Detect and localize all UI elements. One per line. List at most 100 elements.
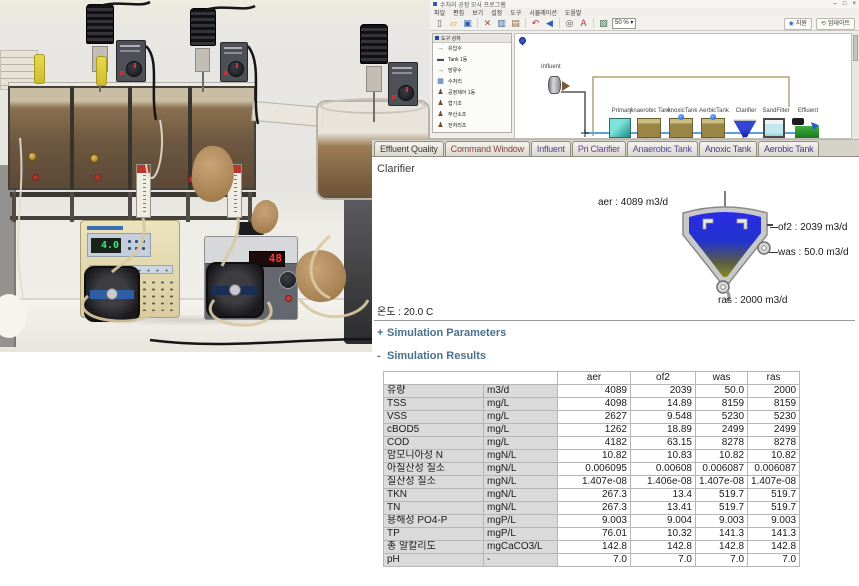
value-cell: 10.82 [748, 450, 800, 463]
cut-icon[interactable]: ✕ [482, 17, 493, 30]
unit-clarifier[interactable]: Clarifier [733, 118, 759, 138]
unit-sandfilter[interactable]: SandFilter [763, 118, 789, 138]
unit-anaerobic-tank[interactable]: Anaerobic Tank [637, 118, 663, 138]
clarifier-title: Clarifier [377, 163, 415, 175]
paste-icon[interactable]: ▤ [510, 17, 521, 30]
close-button[interactable]: × [852, 0, 856, 8]
sidebar-item-operator4-label: 전처리조 [448, 122, 466, 129]
of2-stream-label: of2 : 2039 m3/d [778, 222, 848, 233]
scrollbar-thumb[interactable] [853, 35, 858, 61]
stand-leg [12, 192, 16, 222]
pump1-head-hub [106, 288, 118, 300]
tab-influent[interactable]: Influent [531, 141, 571, 156]
new-file-icon[interactable]: ▯ [434, 17, 445, 30]
undo-icon[interactable]: ↶ [530, 17, 541, 30]
column-header-aer: aer [558, 372, 631, 385]
sidebar-item-basin[interactable]: ▦수처리 [433, 76, 511, 87]
tab-anoxic-tank[interactable]: Anoxic Tank [699, 141, 757, 156]
sidebar-item-operator4[interactable]: ♟전처리조 [433, 120, 511, 131]
value-cell: 18.89 [631, 424, 696, 437]
brass-valve [90, 154, 99, 163]
overflow-chute [251, 101, 324, 127]
tank-aer-unit-icon[interactable] [669, 118, 693, 138]
tab-strip: Effluent QualityCommand WindowInfluentPr… [372, 139, 859, 157]
table-row: TKNmgN/L267.313.4519.7519.7 [384, 489, 800, 502]
simulation-parameters-header[interactable]: +Simulation Parameters [377, 327, 506, 339]
row-unit: mgN/L [484, 489, 558, 502]
sidebar-item-operator3[interactable]: ♟무산소조 [433, 109, 511, 120]
row-label: 총 알칼리도 [384, 541, 484, 554]
chart-icon[interactable]: ▧ [598, 17, 609, 30]
influent-icon[interactable] [548, 76, 561, 94]
clarifier-unit-icon[interactable] [733, 118, 757, 138]
unit-aerbictank[interactable]: AerbicTank [701, 118, 727, 138]
value-cell: 142.8 [696, 541, 748, 554]
pump2-button [285, 295, 292, 302]
value-cell: 8159 [696, 398, 748, 411]
unit-effluent[interactable]: Effluent [795, 118, 821, 138]
person-icon: ♟ [436, 110, 445, 119]
column-header-of2: of2 [631, 372, 696, 385]
maximize-button[interactable]: □ [843, 0, 847, 8]
value-cell: 267.3 [558, 489, 631, 502]
flowsheet-canvas[interactable]: Influent PrimaryAnaerobic TankAnoxicTank… [514, 33, 852, 139]
sidebar-item-tank[interactable]: ▬Tank 1동 [433, 54, 511, 65]
update-button[interactable]: ⟲업데이트 [816, 18, 855, 30]
row-label: TKN [384, 489, 484, 502]
value-cell: 519.7 [696, 489, 748, 502]
toolbar: ▯▱▣ ✕▥▤ ↶◀ ◎A ▧50 % ▾ ◉지원 ⟲업데이트 [430, 16, 859, 31]
pump1-head [84, 266, 140, 322]
value-cell: 8278 [696, 437, 748, 450]
value-cell: 9.003 [696, 515, 748, 528]
sidebar-item-effluent[interactable]: →방류수 [433, 65, 511, 76]
tab-aerobic-tank[interactable]: Aerobic Tank [758, 141, 819, 156]
expand-icon[interactable]: + [377, 327, 387, 339]
value-cell: 519.7 [696, 502, 748, 515]
collapse-icon[interactable]: - [377, 350, 387, 362]
row-label: TSS [384, 398, 484, 411]
tab-anaerobic-tank[interactable]: Anaerobic Tank [627, 141, 698, 156]
sidebar-items: →유입수▬Tank 1동→방류수▦수처리♟공정제어 1동♟혐기조♟무산소조♟전처… [433, 43, 511, 131]
simulation-results-header[interactable]: -Simulation Results [377, 350, 486, 362]
sandfilter-unit-icon[interactable] [763, 118, 785, 138]
effluent-unit-icon[interactable] [795, 126, 819, 138]
clarifier-diagram [677, 191, 773, 303]
ras-port-center [721, 285, 725, 289]
person-icon: ♟ [436, 99, 445, 108]
cylinder-icon: ▬ [436, 55, 445, 64]
table-row: VSSmg/L26279.54852305230 [384, 411, 800, 424]
unit-anoxictank[interactable]: AnoxicTank [669, 118, 695, 138]
unit-primary[interactable]: Primary [609, 118, 635, 138]
flow-meter-cap [137, 165, 150, 173]
back-icon[interactable]: ◀ [544, 17, 555, 30]
unit-label: AerbicTank [699, 108, 729, 114]
pump1-display-buttons [126, 238, 148, 253]
tab-pri-clarifier[interactable]: Pri Clarifier [572, 141, 626, 156]
section-divider [374, 320, 855, 321]
support-button[interactable]: ◉지원 [784, 18, 812, 30]
minimize-button[interactable]: – [834, 0, 837, 8]
sidebar-item-operator2[interactable]: ♟혐기조 [433, 98, 511, 109]
value-cell: 63.15 [631, 437, 696, 450]
open-folder-icon[interactable]: ▱ [448, 17, 459, 30]
tab-command-window[interactable]: Command Window [445, 141, 530, 156]
tab-effluent-quality[interactable]: Effluent Quality [374, 141, 444, 156]
copy-icon[interactable]: ▥ [496, 17, 507, 30]
speed-dial [398, 85, 414, 101]
tank-aer-unit-icon[interactable] [701, 118, 725, 138]
zoom-icon[interactable]: ◎ [564, 17, 575, 30]
text-icon[interactable]: A [578, 17, 589, 30]
primary-unit-icon[interactable] [609, 118, 631, 138]
tank-divider [128, 86, 132, 190]
save-icon[interactable]: ▣ [462, 17, 473, 30]
value-cell: 4182 [558, 437, 631, 450]
canvas-scrollbar[interactable] [852, 33, 859, 139]
sidebar-item-influent[interactable]: →유입수 [433, 43, 511, 54]
unit-label: AnoxicTank [667, 108, 698, 114]
sidebar-item-operator1[interactable]: ♟공정제어 1동 [433, 87, 511, 98]
row-unit: mgCaCO3/L [484, 541, 558, 554]
row-label: TN [384, 502, 484, 515]
tank-unit-icon[interactable] [637, 118, 661, 138]
zoom-level-combo[interactable]: 50 % ▾ [612, 18, 636, 29]
toolbar-separator [593, 18, 594, 28]
